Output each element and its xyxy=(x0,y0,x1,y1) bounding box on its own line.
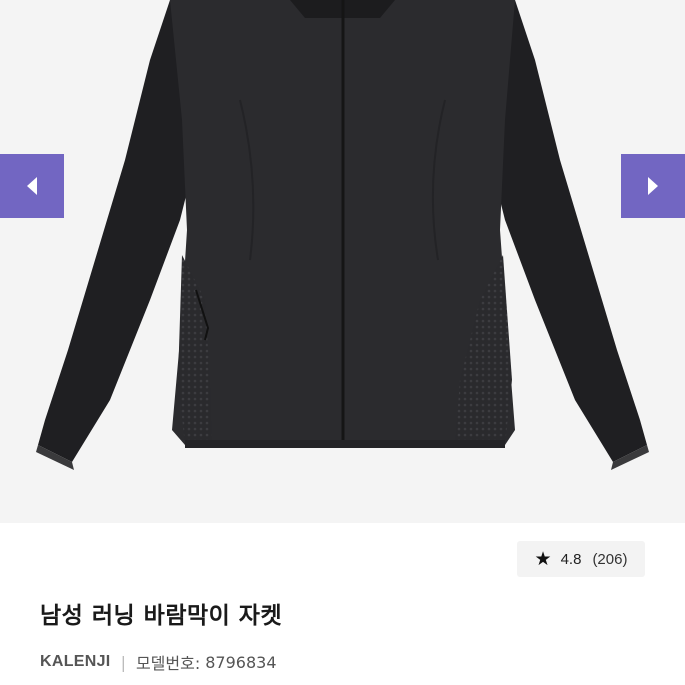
brand-link[interactable]: KALENJI xyxy=(40,653,111,671)
next-image-button[interactable] xyxy=(621,154,685,218)
jacket-product-image xyxy=(36,0,649,470)
product-image-gallery xyxy=(0,0,685,523)
product-meta: KALENJI | 모델번호: 8796834 xyxy=(40,650,277,674)
star-icon: ★ xyxy=(534,548,552,570)
review-count: (206) xyxy=(592,550,628,568)
product-title: 남성 러닝 바람막이 자켓 xyxy=(40,603,283,629)
rating-score: 4.8 xyxy=(560,550,582,568)
chevron-left-icon xyxy=(27,177,37,195)
meta-separator: | xyxy=(120,652,126,672)
chevron-right-icon xyxy=(648,177,658,195)
previous-image-button[interactable] xyxy=(0,154,64,218)
model-number-value: 8796834 xyxy=(205,652,277,672)
model-number-label: 모델번호: xyxy=(135,654,201,673)
rating-badge[interactable]: ★ 4.8 (206) xyxy=(517,541,645,577)
